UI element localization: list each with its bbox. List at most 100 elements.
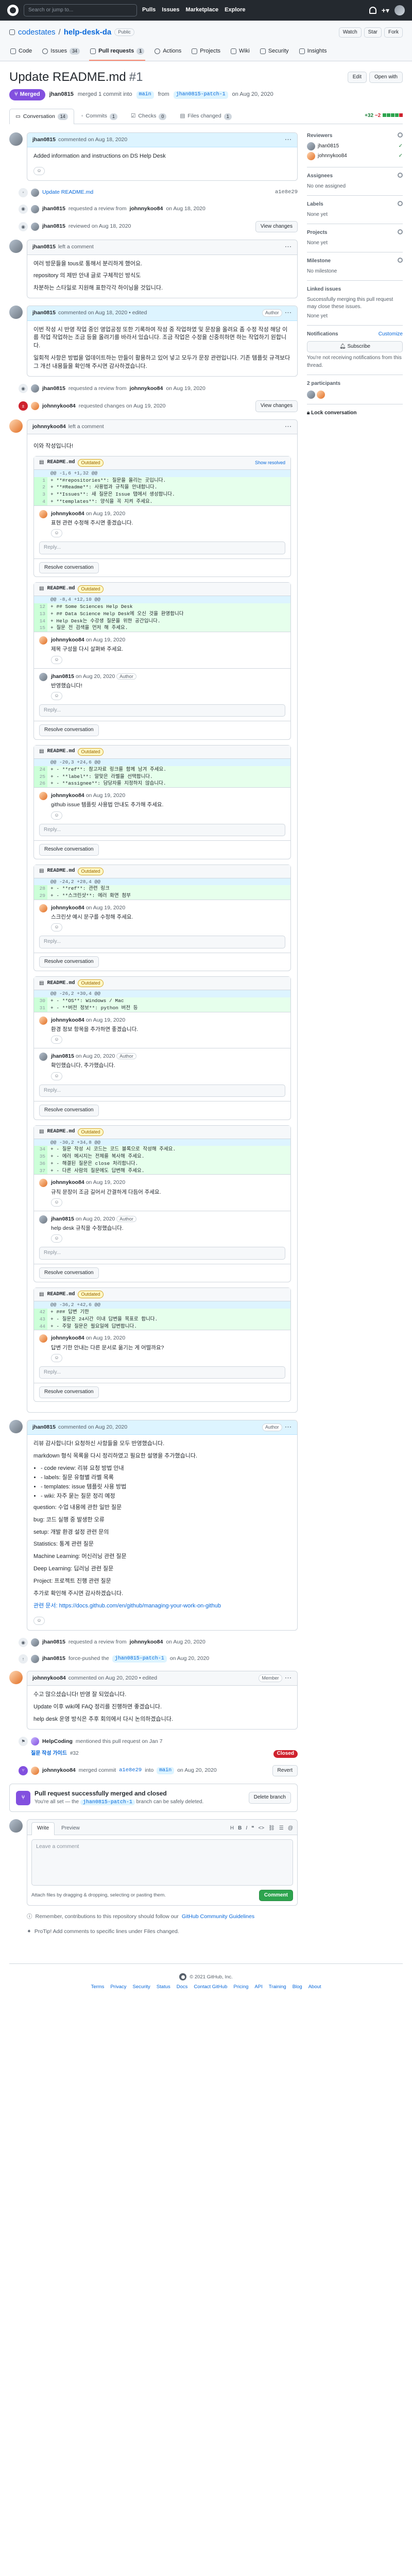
reply-author[interactable]: jhan0815	[51, 1216, 74, 1222]
code-icon[interactable]: <>	[258, 1825, 264, 1833]
github-logo-icon[interactable]	[7, 5, 19, 16]
footer-link[interactable]: About	[308, 1984, 321, 1991]
thread-file-name[interactable]: README.md	[47, 748, 75, 756]
tab-checks[interactable]: ☑ Checks 0	[125, 109, 173, 123]
head-branch[interactable]: jhan0815-patch-1	[80, 1799, 135, 1805]
event-actor[interactable]: jhan0815	[42, 1655, 65, 1663]
edit-title-button[interactable]: Edit	[347, 71, 367, 83]
avatar[interactable]	[39, 904, 47, 912]
quote-icon[interactable]: ❝	[251, 1825, 254, 1833]
avatar[interactable]	[9, 306, 23, 319]
more-options-icon[interactable]: ···	[285, 243, 293, 251]
reply-input[interactable]: Reply...	[39, 1366, 285, 1379]
resolve-conversation-button[interactable]: Resolve conversation	[39, 1105, 99, 1116]
event-target[interactable]: johnnykoo84	[130, 1638, 163, 1646]
more-options-icon[interactable]: ···	[285, 1674, 293, 1682]
view-changes-button[interactable]: View changes	[255, 221, 298, 233]
avatar[interactable]	[31, 1655, 39, 1664]
add-reaction-icon[interactable]: ☺	[51, 691, 62, 700]
event-target[interactable]: johnnykoo84	[130, 205, 163, 213]
footer-link[interactable]: Contact GitHub	[194, 1984, 227, 1991]
more-options-icon[interactable]: ···	[285, 1423, 293, 1431]
search-input[interactable]: Search or jump to...	[24, 4, 137, 16]
resolve-conversation-button[interactable]: Resolve conversation	[39, 724, 99, 736]
gear-icon[interactable]	[398, 258, 403, 263]
add-reaction-icon[interactable]: ☺	[51, 529, 62, 538]
write-tab[interactable]: Write	[31, 1822, 55, 1835]
more-options-icon[interactable]: ···	[285, 136, 293, 144]
event-actor[interactable]: jhan0815	[42, 385, 65, 393]
reply-author[interactable]: johnnykoo84	[51, 1179, 84, 1185]
event-target[interactable]: johnnykoo84	[130, 385, 163, 393]
guidelines-link[interactable]: GitHub Community Guidelines	[182, 1913, 254, 1921]
resolve-conversation-button[interactable]: Resolve conversation	[39, 562, 99, 574]
avatar[interactable]	[39, 1334, 47, 1343]
add-reaction-icon[interactable]: ☺	[51, 811, 62, 820]
italic-icon[interactable]: I	[246, 1825, 247, 1833]
tab-wiki[interactable]: Wiki	[230, 44, 251, 61]
tab-conversation[interactable]: ▭ Conversation 14	[9, 109, 74, 124]
reviewer[interactable]: johnnykoo84 ✓	[307, 152, 403, 161]
pr-author[interactable]: jhan0815	[49, 91, 74, 99]
base-branch[interactable]: main	[136, 91, 154, 99]
avatar[interactable]	[39, 1016, 47, 1025]
view-changes-button[interactable]: View changes	[255, 400, 298, 412]
comment-author[interactable]: johnnykoo84	[32, 423, 66, 431]
thread-file-name[interactable]: README.md	[47, 585, 75, 593]
tab-actions[interactable]: Actions	[153, 44, 182, 61]
avatar[interactable]	[31, 1766, 39, 1775]
bold-icon[interactable]: B	[238, 1825, 242, 1833]
comment-author[interactable]: johnnykoo84	[32, 1674, 66, 1682]
tab-insights[interactable]: Insights	[298, 44, 328, 61]
avatar[interactable]	[39, 672, 47, 681]
tab-files-changed[interactable]: ▤ Files changed 1	[174, 109, 237, 123]
footer-link[interactable]: Privacy	[110, 1984, 126, 1991]
add-reaction-icon[interactable]: ☺	[51, 1198, 62, 1207]
add-reaction-icon[interactable]: ☺	[51, 1234, 62, 1243]
event-actor[interactable]: HelpCoding	[42, 1738, 73, 1745]
gear-icon[interactable]	[398, 173, 403, 178]
reply-author[interactable]: johnnykoo84	[51, 637, 84, 643]
branch-link[interactable]: jhan0815-patch-1	[112, 1655, 167, 1663]
footer-link[interactable]: API	[254, 1984, 262, 1991]
footer-link[interactable]: Blog	[293, 1984, 302, 1991]
resolve-conversation-button[interactable]: Resolve conversation	[39, 844, 99, 856]
avatar[interactable]	[307, 390, 315, 399]
add-reaction-icon[interactable]: ☺	[51, 1353, 62, 1362]
watch-button[interactable]: Watch	[338, 27, 362, 38]
reviewer[interactable]: jhan0815 ✓	[307, 142, 403, 151]
add-reaction-icon[interactable]: ☺	[51, 923, 62, 932]
avatar[interactable]	[39, 1053, 47, 1061]
comment-submit-button[interactable]: Comment	[259, 1889, 293, 1901]
avatar[interactable]	[317, 390, 325, 399]
preview-tab[interactable]: Preview	[56, 1822, 85, 1835]
show-resolved-link[interactable]: Show resolved	[255, 460, 285, 466]
subscribe-button[interactable]: 🔔︎ Subscribe	[307, 341, 403, 353]
nav-pulls[interactable]: Pulls	[142, 6, 156, 14]
commit-message-link[interactable]: Update README.md	[42, 189, 93, 196]
resolve-conversation-button[interactable]: Resolve conversation	[39, 956, 99, 968]
github-logo-icon[interactable]	[179, 1973, 187, 1981]
comment-textarea[interactable]: Leave a comment	[31, 1839, 293, 1886]
reply-input[interactable]: Reply...	[39, 936, 285, 948]
thread-file-name[interactable]: README.md	[47, 459, 75, 467]
event-actor[interactable]: jhan0815	[42, 1638, 65, 1646]
more-options-icon[interactable]: ···	[285, 423, 293, 431]
avatar[interactable]	[39, 636, 47, 645]
footer-link[interactable]: Terms	[91, 1984, 104, 1991]
comment-author[interactable]: jhan0815	[32, 136, 56, 144]
add-reaction-icon[interactable]: ☺	[51, 655, 62, 664]
reply-author[interactable]: johnnykoo84	[51, 511, 84, 517]
event-actor[interactable]: johnnykoo84	[42, 402, 76, 410]
avatar[interactable]	[39, 510, 47, 518]
head-branch[interactable]: jhan0815-patch-1	[173, 91, 228, 99]
referenced-issue-title[interactable]: 질문 작성 가이드	[31, 1750, 67, 1758]
nav-explore[interactable]: Explore	[225, 6, 245, 14]
thread-file-name[interactable]: README.md	[47, 980, 75, 988]
base-branch[interactable]: main	[157, 1767, 175, 1775]
avatar[interactable]	[9, 1819, 23, 1833]
thread-file-name[interactable]: README.md	[47, 1128, 75, 1136]
reply-input[interactable]: Reply...	[39, 1084, 285, 1097]
avatar[interactable]	[39, 1179, 47, 1188]
doc-link[interactable]: 관련 문서: https://docs.github.com/en/github…	[33, 1602, 291, 1611]
